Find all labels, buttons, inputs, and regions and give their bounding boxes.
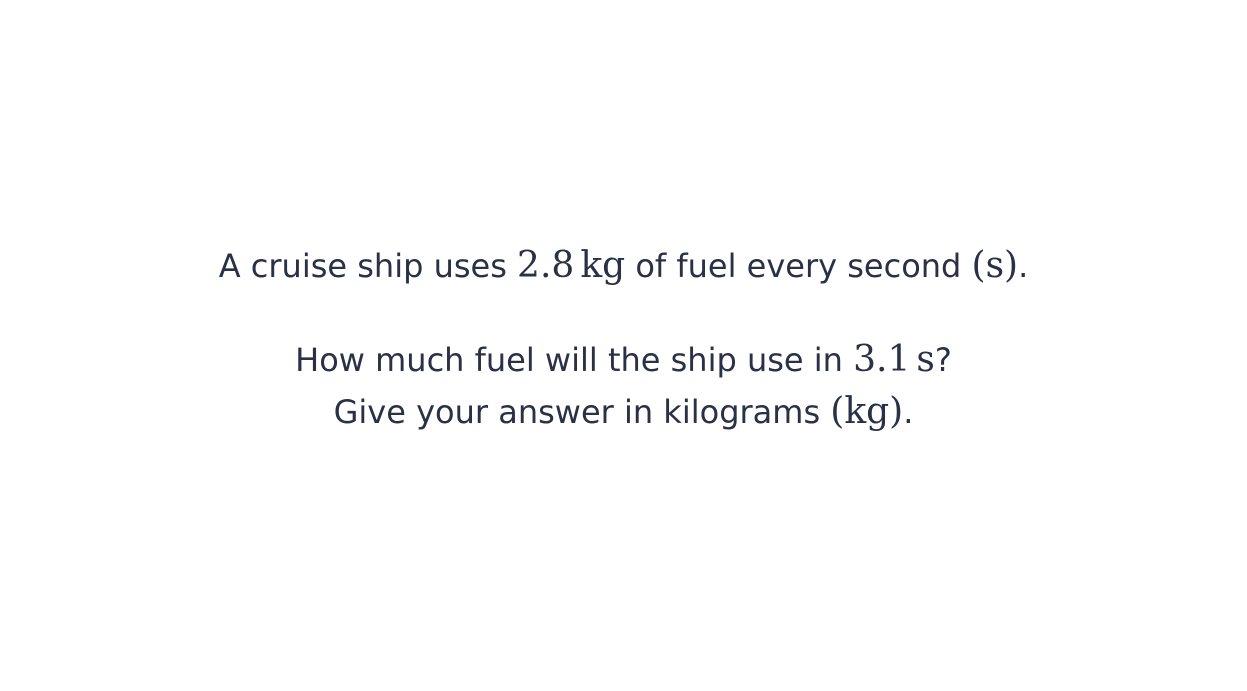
instruction-text-end: . <box>903 393 914 431</box>
instruction-text-start: Give your answer in kilograms <box>333 393 831 431</box>
statement-text-middle: of fuel every second <box>625 247 972 285</box>
second-unit-parenthetical: (s) <box>971 245 1019 286</box>
page: A cruise ship uses 2.8 kg of fuel every s… <box>0 0 1247 691</box>
line-spacer <box>0 292 1247 334</box>
statement-text-start: A cruise ship uses <box>218 247 518 285</box>
fuel-rate-value: 2.8 <box>517 245 575 286</box>
fuel-rate-unit: kg <box>580 245 626 286</box>
time-value: 3.1 <box>853 339 911 380</box>
time-unit: s <box>916 339 935 380</box>
question-text: A cruise ship uses 2.8 kg of fuel every s… <box>0 240 1247 438</box>
answer-unit-parenthetical: (kg) <box>830 391 904 432</box>
question-text-start: How much fuel will the ship use in <box>295 341 854 379</box>
time-expression: 3.1 s <box>853 339 935 380</box>
fuel-rate-expression: 2.8 kg <box>517 245 625 286</box>
answer-instruction-line: Give your answer in kilograms (kg). <box>0 386 1247 438</box>
problem-statement-line: A cruise ship uses 2.8 kg of fuel every s… <box>0 240 1247 292</box>
statement-text-end: . <box>1018 247 1029 285</box>
question-line: How much fuel will the ship use in 3.1 s? <box>0 334 1247 386</box>
question-text-end: ? <box>934 341 952 379</box>
